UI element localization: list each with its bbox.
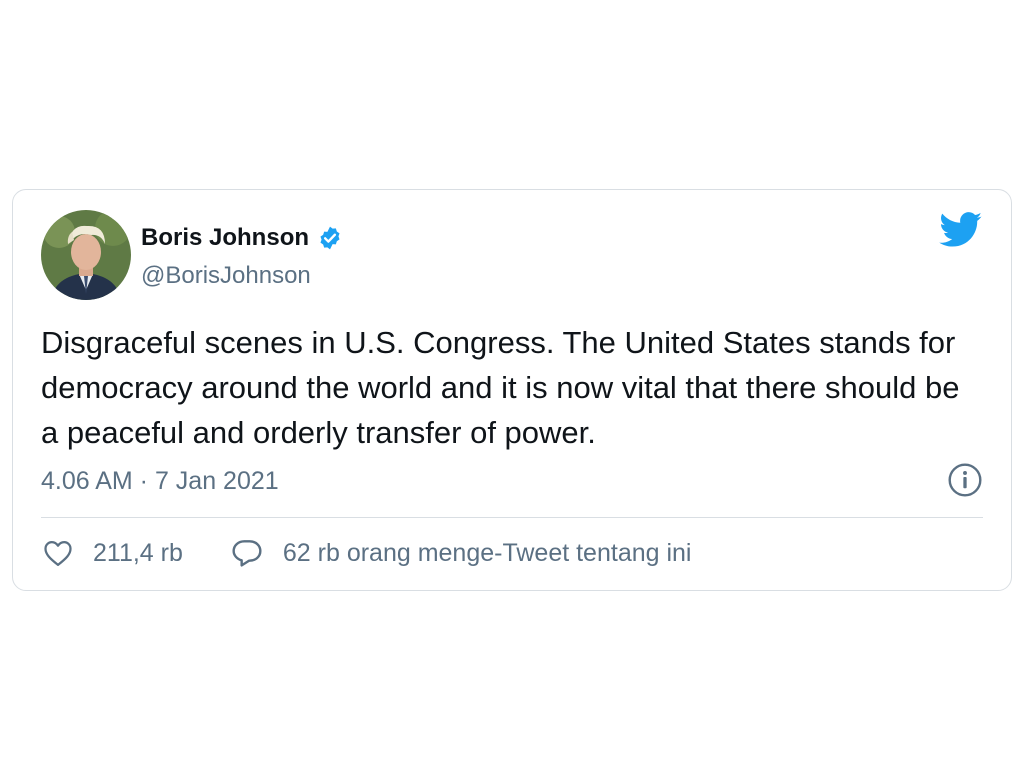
- tweet-text: Disgraceful scenes in U.S. Congress. The…: [41, 325, 960, 450]
- avatar[interactable]: [41, 210, 131, 300]
- like-button[interactable]: 211,4 rb: [43, 539, 183, 568]
- profile-photo-icon: [41, 210, 131, 300]
- info-icon[interactable]: [947, 462, 983, 503]
- verified-badge-icon: [317, 225, 343, 251]
- author-display-name[interactable]: Boris Johnson: [141, 224, 309, 252]
- twitter-bird-icon[interactable]: [939, 212, 983, 253]
- tweet-timestamp[interactable]: 4.06 AM · 7 Jan 2021: [41, 467, 279, 496]
- retweet-text: 62 rb orang menge-Tweet tentang ini: [282, 538, 692, 567]
- divider: [41, 517, 983, 518]
- like-count: 211,4 rb: [93, 538, 183, 567]
- speech-bubble-icon: [231, 538, 263, 568]
- author-handle[interactable]: @BorisJohnson: [141, 262, 311, 290]
- action-row: 211,4 rb 62 rb orang menge-Tweet tentang…: [43, 538, 691, 568]
- heart-icon: [43, 539, 73, 567]
- retweet-info-link[interactable]: 62 rb orang menge-Tweet tentang ini: [231, 538, 692, 568]
- tweet-card[interactable]: Boris Johnson @BorisJohnson Disgraceful …: [12, 189, 1012, 591]
